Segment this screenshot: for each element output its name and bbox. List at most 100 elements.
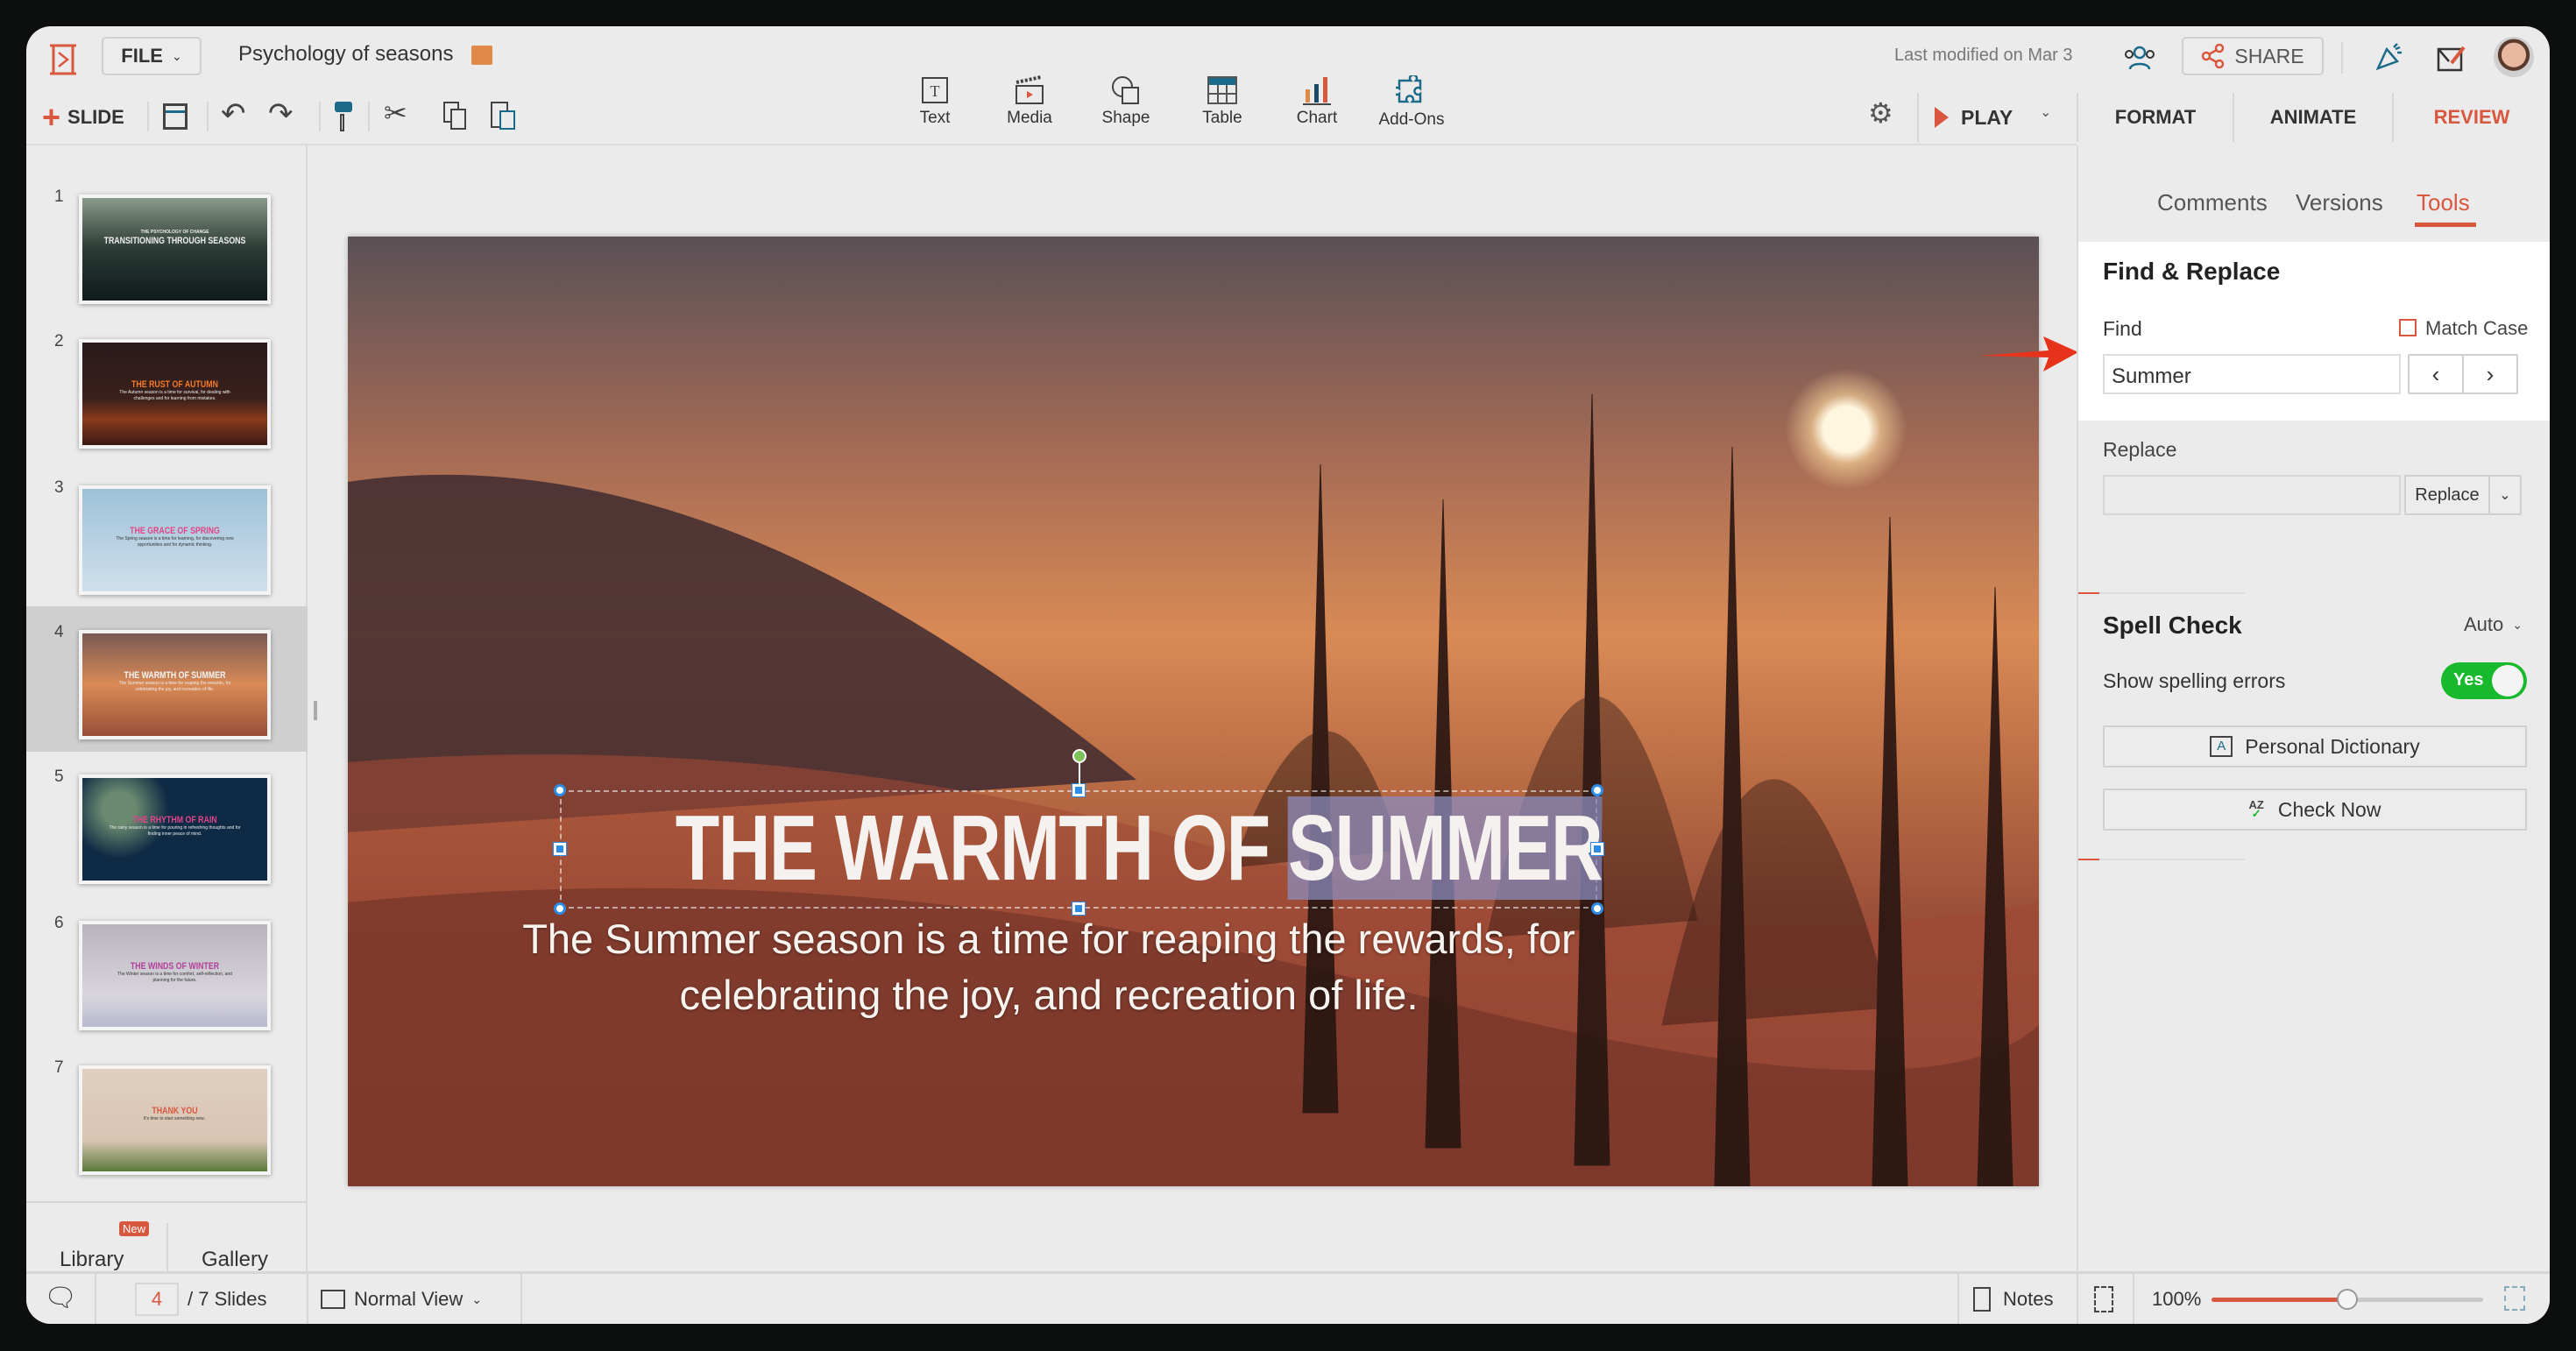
resize-handle[interactable] [1591,784,1603,796]
file-menu-button[interactable]: FILE ⌄ [102,37,202,75]
slide-thumbnail[interactable]: THANK YOU It's time to start something ne… [79,1065,271,1175]
slide-thumbnail[interactable]: THE PSYCHOLOGY OF CHANGE TRANSITIONING TH… [79,195,271,304]
tab-tools[interactable]: Tools [2417,189,2470,216]
play-button[interactable]: PLAY [1935,102,2013,133]
find-next-button[interactable]: › [2462,354,2518,394]
insert-shape-button[interactable]: Shape [1078,75,1174,128]
zoom-slider-handle[interactable] [2337,1289,2358,1310]
library-button[interactable]: Library [60,1248,124,1272]
insert-media-button[interactable]: Media [981,75,1078,128]
match-case-label: Match Case [2425,317,2529,339]
slide-thumbnail[interactable]: THE RUST OF AUTUMN The Autumn season is a… [79,339,271,449]
dictionary-icon: A [2210,736,2233,757]
layout-icon[interactable] [163,103,188,130]
slide-canvas[interactable]: THE WARMTH OF SUMMER The Summer season i… [348,237,2039,1186]
slide-sorter: 1 THE PSYCHOLOGY OF CHANGE TRANSITIONING T… [26,145,308,1284]
insert-label: Table [1202,109,1242,127]
resize-handle[interactable] [1072,783,1086,797]
notes-icon [1973,1287,1991,1312]
tab-versions[interactable]: Versions [2296,189,2383,216]
app-logo-icon[interactable] [46,42,81,77]
add-slide-label: SLIDE [67,106,124,128]
normal-view-icon [321,1290,345,1309]
notes-button[interactable]: Notes [1973,1283,2053,1316]
format-painter-icon[interactable] [335,102,354,133]
slide-thumbnail[interactable]: THE RHYTHM OF RAIN The rainy season is a … [79,775,271,884]
replace-button[interactable]: Replace [2404,475,2490,515]
tab-comments[interactable]: Comments [2157,189,2268,216]
find-previous-button[interactable]: ‹ [2408,354,2464,394]
document-title[interactable]: Psychology of seasons [238,42,453,67]
resize-handle[interactable] [554,784,566,796]
slide-thumbnail[interactable]: THE GRACE OF SPRING The Spring season is … [79,485,271,595]
chevron-left-icon: ‹ [2431,360,2440,387]
thumbnail-text: The Winter season is a time for comfort,… [117,972,232,983]
sidebar-resize-handle[interactable] [314,701,317,720]
chat-icon[interactable]: 🗨 [44,1283,77,1313]
toggle-label: Yes [2453,670,2484,690]
play-options-chevron-icon[interactable]: ⌄ [2040,103,2051,121]
cut-icon[interactable]: ✂ [384,96,407,130]
zoom-slider[interactable] [2212,1289,2483,1310]
insert-label: Chart [1296,109,1338,127]
personal-dictionary-button[interactable]: A Personal Dictionary [2103,725,2527,767]
bar-chart-icon [1303,77,1331,105]
slide-thumbnail[interactable]: THE WARMTH OF SUMMER The Summer season is… [79,630,271,739]
tab-review[interactable]: REVIEW [2394,93,2550,142]
subtitle-line: The Summer season is a time for reaping … [522,916,1575,962]
replace-options-chevron-icon[interactable]: ⌄ [2488,475,2522,515]
match-case-checkbox[interactable] [2399,319,2417,336]
check-now-button[interactable]: AZ ✓ Check Now [2103,789,2527,831]
fit-slide-icon[interactable] [2094,1286,2113,1312]
thumbnail-kicker: THE PSYCHOLOGY OF CHANGE [140,230,209,235]
slideshow-settings-icon[interactable]: ⚙ [1868,96,1893,130]
share-button[interactable]: SHARE [2182,37,2324,75]
notes-label: Notes [2003,1288,2054,1310]
zoom-level: 100% [2152,1288,2202,1310]
paste-icon[interactable] [491,100,517,130]
gallery-button[interactable]: Gallery [202,1248,268,1272]
insert-addons-button[interactable]: Add-Ons [1363,75,1460,130]
undo-icon[interactable]: ↶ [221,96,246,131]
insert-label: Shape [1101,109,1150,127]
feedback-icon[interactable] [2434,40,2469,75]
rotate-handle[interactable] [1072,749,1086,763]
copy-icon[interactable] [443,102,466,130]
find-input[interactable]: Summer [2103,354,2401,394]
svg-text:T: T [931,82,940,100]
insert-text-button[interactable]: T Text [887,75,983,128]
replace-input[interactable] [2103,475,2401,515]
puzzle-icon [1396,75,1422,103]
add-slide-button[interactable]: + SLIDE [42,100,124,135]
toggle-knob [2492,665,2523,697]
title-text: THE WARMTH OF [675,796,1289,900]
share-icon [2202,44,2225,68]
slide-thumbnail[interactable]: THE WINDS OF WINTER The Winter season is … [79,921,271,1030]
thumbnail-title: TRANSITIONING THROUGH SEASONS [103,236,246,246]
insert-table-button[interactable]: Table [1174,75,1270,128]
tab-format[interactable]: FORMAT [2078,93,2233,142]
folder-move-icon[interactable] [471,46,492,65]
user-avatar[interactable] [2494,37,2534,77]
insert-chart-button[interactable]: Chart [1269,75,1365,128]
current-slide-input[interactable]: 4 [135,1283,179,1316]
collaborators-icon[interactable] [2120,44,2159,72]
slide-subtitle[interactable]: The Summer season is a time for reaping … [435,911,1662,1023]
share-label: SHARE [2234,44,2304,67]
announcement-icon[interactable] [2371,40,2406,75]
redo-icon[interactable]: ↷ [268,96,294,131]
slide-count: / 7 Slides [188,1288,267,1310]
check-now-label: Check Now [2277,797,2381,821]
search-match-highlight: SUMMER [1288,796,1603,900]
fullscreen-icon[interactable] [2504,1286,2525,1311]
view-mode-dropdown[interactable]: Normal View ⌄ [321,1283,482,1316]
resize-handle[interactable] [1590,842,1604,856]
plus-icon: + [42,99,61,135]
thumbnail-title: THE GRACE OF SPRING [130,526,220,536]
slide-title[interactable]: THE WARMTH OF SUMMER [675,787,1603,909]
show-spelling-errors-toggle[interactable]: Yes [2441,662,2527,699]
tab-animate[interactable]: ANIMATE [2234,93,2392,142]
resize-handle[interactable] [553,842,567,856]
spell-check-mode-dropdown[interactable]: Auto ⌄ [2464,613,2523,636]
show-spelling-errors-label: Show spelling errors [2103,669,2286,692]
